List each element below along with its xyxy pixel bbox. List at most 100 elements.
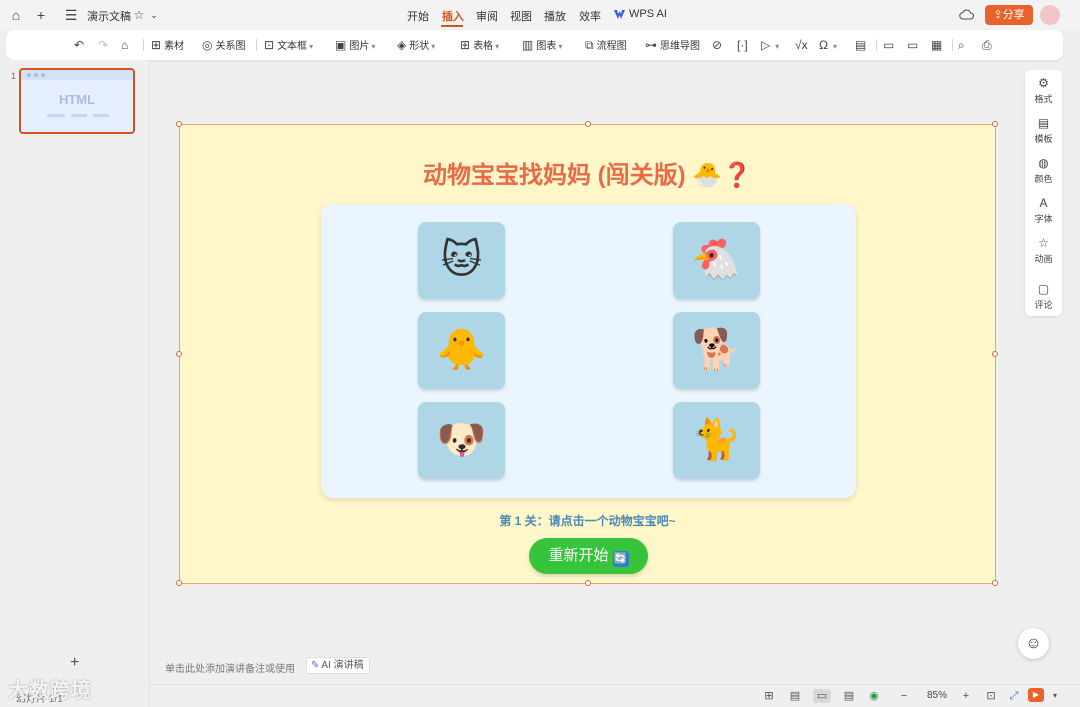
- slide-number-button[interactable]: ▭: [907, 38, 921, 54]
- resize-handle[interactable]: [585, 121, 591, 127]
- print-icon: ⎙: [982, 38, 992, 52]
- resize-handle[interactable]: [992, 580, 998, 586]
- slide-canvas[interactable]: 动物宝宝找妈妈 (闯关版) 🐣❓ 🐱 🐔 🐥 🐕 🐶 🐈 第 1 关：请点击一个…: [176, 121, 998, 586]
- textbox-label: 文本框: [277, 41, 308, 52]
- ai-notes-button[interactable]: ✎ AI 演讲稿: [306, 657, 370, 674]
- undo-button[interactable]: ↶: [74, 38, 87, 54]
- material-label: 素材: [164, 41, 185, 52]
- chart-button[interactable]: ▥ 图表 ▾: [522, 38, 562, 54]
- animal-tile-cat[interactable]: 🐱: [418, 222, 505, 299]
- animal-tile-dog[interactable]: 🐕: [673, 312, 760, 389]
- add-slide-button[interactable]: +: [70, 654, 79, 672]
- animal-card: 🐱 🐔 🐥 🐕 🐶 🐈: [321, 204, 856, 498]
- avatar[interactable]: [1040, 5, 1060, 25]
- sidebar-label: 格式: [1034, 94, 1053, 104]
- date-button[interactable]: ▦: [931, 38, 945, 54]
- chevron-down-icon: ▾: [431, 42, 436, 51]
- fullscreen-icon[interactable]: ⤢: [1007, 689, 1021, 703]
- thumb-dot: [27, 73, 31, 77]
- barcode-icon: ▤: [855, 38, 867, 52]
- zoom-level[interactable]: 85%: [927, 690, 947, 701]
- format-painter-button[interactable]: ⌂: [121, 38, 131, 54]
- search-icon: ⌕: [958, 38, 965, 52]
- animal-tile-puppy[interactable]: 🐶: [418, 402, 505, 479]
- tab-insert[interactable]: 插入: [442, 8, 464, 24]
- relation-diagram-button[interactable]: ◎ 关系图: [202, 38, 245, 54]
- share-button[interactable]: ⇪分享: [985, 5, 1033, 25]
- format-painter-icon: ⌂: [121, 38, 129, 52]
- header-footer-button[interactable]: ▭: [883, 38, 897, 54]
- cloud-icon[interactable]: [959, 8, 974, 20]
- sidebar-item-comment[interactable]: ▢ 评论: [1025, 282, 1062, 311]
- tab-efficiency[interactable]: 效率: [579, 8, 601, 24]
- chart-icon: ▥: [522, 38, 534, 52]
- print-button[interactable]: ⎙: [982, 38, 995, 54]
- assistant-avatar-icon[interactable]: ☺: [1018, 628, 1049, 659]
- media-icon: ▷: [761, 38, 771, 52]
- chevron-down-icon[interactable]: ▾: [1048, 689, 1062, 703]
- reading-view-icon[interactable]: ▤: [842, 689, 856, 703]
- sidebar-label: 评论: [1034, 300, 1053, 310]
- material-button[interactable]: ⊞ 素材: [151, 38, 184, 54]
- tab-play[interactable]: 播放: [544, 8, 566, 24]
- resize-handle[interactable]: [992, 351, 998, 357]
- table-button[interactable]: ⊞ 表格 ▾: [460, 38, 499, 54]
- sidebar-item-animation[interactable]: ☆ 动画: [1025, 236, 1062, 265]
- title-emoji: 🐣❓: [692, 162, 753, 189]
- barcode-button[interactable]: ▤: [855, 38, 869, 54]
- globe-icon[interactable]: ◉: [867, 689, 881, 703]
- sidebar-item-format[interactable]: ⚙ 格式: [1025, 76, 1062, 105]
- sidebar-item-color[interactable]: ◍ 颜色: [1025, 156, 1062, 185]
- sidebar-item-font[interactable]: A 字体: [1025, 196, 1062, 225]
- redo-button[interactable]: ↷: [98, 38, 111, 54]
- zoom-out-icon[interactable]: −: [897, 689, 911, 703]
- chevron-down-icon: ▾: [309, 42, 314, 51]
- shape-button[interactable]: ◈ 形状 ▾: [397, 38, 435, 54]
- flowchart-button[interactable]: ⧉ 流程图: [585, 38, 627, 54]
- bracket-button[interactable]: [·]: [737, 38, 751, 54]
- animal-tile-chicken[interactable]: 🐔: [673, 222, 760, 299]
- link-button[interactable]: ⊘: [712, 38, 725, 54]
- media-button[interactable]: ▷ ▾: [761, 38, 779, 54]
- play-slideshow-button[interactable]: ▶: [1028, 688, 1044, 702]
- slide-thumbnail[interactable]: HTML: [19, 68, 135, 134]
- resize-handle[interactable]: [176, 580, 182, 586]
- tab-view[interactable]: 视图: [510, 8, 532, 24]
- animal-tile-cat-adult[interactable]: 🐈: [673, 402, 760, 479]
- tab-home[interactable]: 开始: [407, 8, 429, 24]
- tab-wps-ai[interactable]: WPS AI: [629, 8, 667, 20]
- notes-placeholder[interactable]: 单击此处添加演讲备注或使用: [165, 660, 295, 675]
- gear-icon: ⚙: [1038, 76, 1049, 90]
- ai-notes-label: AI 演讲稿: [321, 660, 364, 671]
- outline-view-icon[interactable]: ⊞: [762, 689, 776, 703]
- relation-label: 关系图: [215, 41, 246, 52]
- flowchart-label: 流程图: [596, 41, 627, 52]
- resize-handle[interactable]: [585, 580, 591, 586]
- mindmap-icon: ⊶: [645, 38, 657, 52]
- chicken-icon: 🐔: [691, 238, 742, 282]
- restart-button[interactable]: 重新开始 🔄: [529, 538, 648, 574]
- zoom-in-icon[interactable]: +: [959, 689, 973, 703]
- slide-title[interactable]: 动物宝宝找妈妈 (闯关版) 🐣❓: [180, 155, 995, 190]
- picture-button[interactable]: ▣ 图片 ▾: [335, 38, 375, 54]
- active-tab-indicator: [441, 25, 463, 27]
- animal-tile-chick[interactable]: 🐥: [418, 312, 505, 389]
- normal-view-icon[interactable]: ▭: [813, 689, 831, 703]
- relation-icon: ◎: [202, 38, 213, 52]
- resize-handle[interactable]: [992, 121, 998, 127]
- tab-review[interactable]: 审阅: [476, 8, 498, 24]
- refresh-icon: 🔄: [612, 551, 629, 567]
- search-button[interactable]: ⌕: [958, 38, 968, 54]
- formula-button[interactable]: √x: [795, 38, 811, 54]
- chevron-down-icon: ▾: [832, 42, 837, 51]
- textbox-button[interactable]: ⊡ 文本框 ▾: [264, 38, 313, 54]
- resize-handle[interactable]: [176, 121, 182, 127]
- notes-view-icon[interactable]: ▤: [788, 689, 802, 703]
- sidebar-item-template[interactable]: ▤ 模板: [1025, 116, 1062, 145]
- ai-pen-icon: ✎: [311, 660, 320, 671]
- chart-label: 图表: [536, 41, 557, 52]
- symbol-button[interactable]: Ω ▾: [819, 38, 837, 54]
- resize-handle[interactable]: [176, 351, 182, 357]
- fit-window-icon[interactable]: ⊡: [984, 689, 998, 703]
- mindmap-button[interactable]: ⊶ 思维导图: [645, 38, 700, 54]
